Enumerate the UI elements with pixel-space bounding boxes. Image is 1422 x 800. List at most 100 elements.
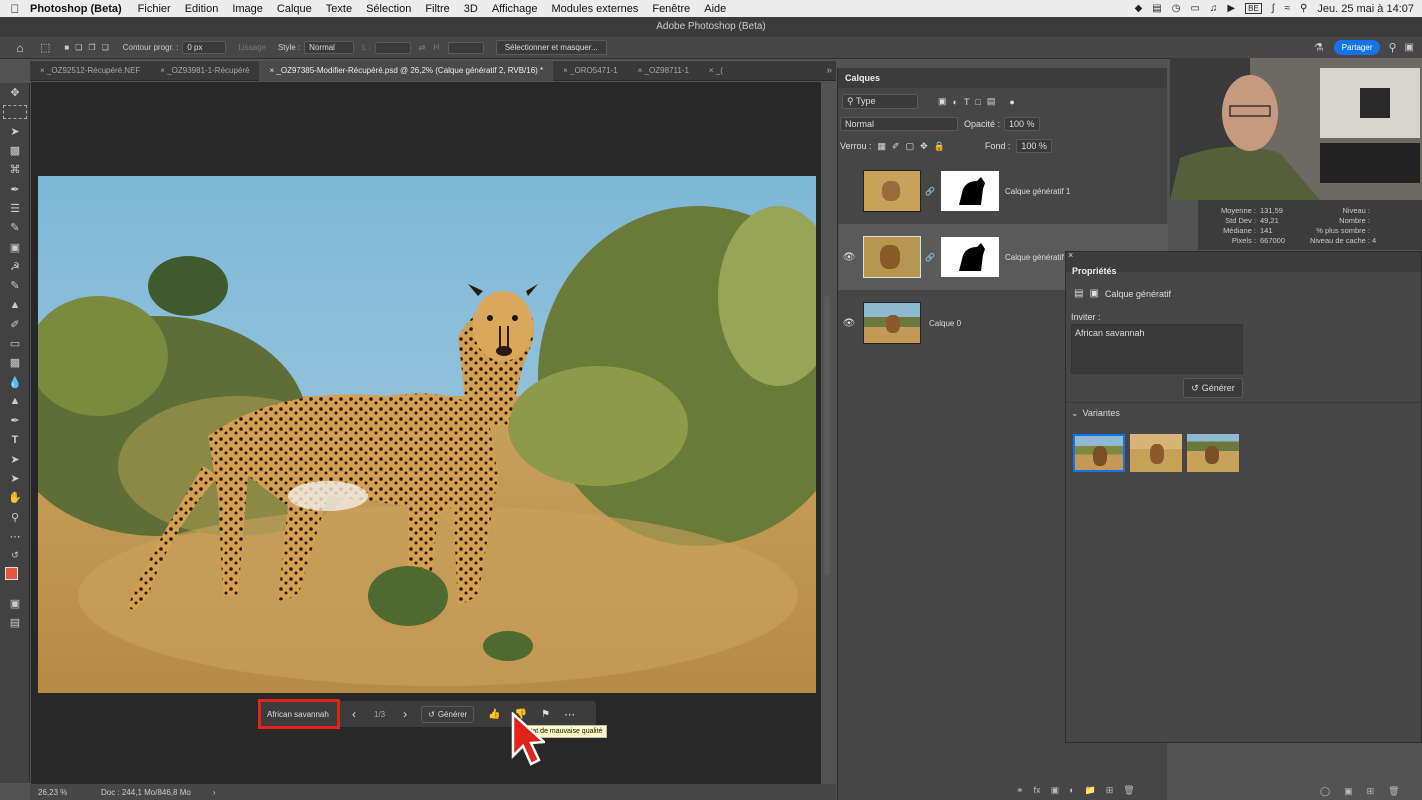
filter-shape-icon[interactable]: □ <box>975 97 980 107</box>
new-icon[interactable]: ⊞ <box>1367 786 1375 797</box>
visibility-icon[interactable]: 👁 <box>838 252 860 263</box>
blend-mode-select[interactable]: Normal <box>840 117 958 131</box>
tab-document-2[interactable]: × _OZ93981-1-Récupéré <box>150 61 259 81</box>
selection-mode-subtract-icon[interactable]: ❐ <box>88 43 95 52</box>
swap-icon[interactable]: ⇄ <box>419 43 426 52</box>
share-button[interactable]: Partager <box>1333 40 1381 55</box>
type-tool-icon[interactable]: T <box>0 430 30 449</box>
delete-layer-icon[interactable]: 🗑 <box>1123 785 1134 796</box>
home-icon[interactable]: ⌂ <box>0 41 40 55</box>
menu-edition[interactable]: Edition <box>185 3 219 15</box>
eraser-tool-icon[interactable]: ✎ <box>0 276 30 295</box>
tab-document-active[interactable]: × _OZ97385-Modifier-Récupéré.psd @ 26,2%… <box>259 60 554 81</box>
eraser2-tool-icon[interactable]: ▭ <box>0 334 30 353</box>
menu-modules[interactable]: Modules externes <box>552 3 639 15</box>
status-arrow-icon[interactable]: › <box>213 788 216 797</box>
history-brush-tool-icon[interactable]: ☭ <box>0 257 30 276</box>
layer-name[interactable]: Calque génératif 1 <box>1005 187 1070 196</box>
path-select-tool-icon[interactable]: ➤ <box>0 450 30 469</box>
delete-icon[interactable]: 🗑 <box>1388 786 1399 797</box>
variant-thumbnail[interactable] <box>1130 434 1182 472</box>
dropbox-icon[interactable]: ◆ <box>1135 3 1143 14</box>
clipboard-icon[interactable]: ▤ <box>1152 3 1161 14</box>
play-icon[interactable]: ▶ <box>1227 3 1235 14</box>
opacity-input[interactable]: 100 % <box>1004 117 1040 131</box>
marquee-tool-icon[interactable]: ​ <box>0 102 30 121</box>
healing-tool-icon[interactable]: ☰ <box>0 199 30 218</box>
quick-mask-icon[interactable]: ▣ <box>0 593 30 612</box>
shape-tool-icon[interactable]: ➤ <box>0 469 30 488</box>
selection-mode-add-icon[interactable]: ❏ <box>75 43 82 52</box>
properties-title[interactable]: Propriétés <box>1072 266 1117 276</box>
selection-mode-new-icon[interactable]: ■ <box>64 43 69 52</box>
search-icon[interactable]: ⚲ <box>1300 3 1307 14</box>
more-options-icon[interactable]: ⋯ <box>564 708 575 721</box>
layer-row[interactable]: 🔗 Calque génératif 1 <box>838 158 1168 224</box>
prompt-pill[interactable]: African savannah <box>258 699 340 729</box>
fill-input[interactable]: 100 % <box>1016 139 1052 153</box>
layer-name[interactable]: Calque génératif 2 <box>1005 253 1070 262</box>
add-mask-icon[interactable]: ▣ <box>1051 785 1060 796</box>
feather-input[interactable]: 0 px <box>182 41 227 54</box>
mask-icon[interactable]: ▣ <box>1344 786 1353 797</box>
selection-icon[interactable]: ◯ <box>1320 786 1330 797</box>
lasso-tool-icon[interactable]: ➤ <box>0 122 30 141</box>
menu-aide[interactable]: Aide <box>704 3 726 15</box>
selection-mode-intersect-icon[interactable]: ❑ <box>102 43 109 52</box>
eyedropper-tool-icon[interactable]: ✒ <box>0 179 30 198</box>
lock-all-icon[interactable]: 🔒 <box>934 141 945 152</box>
brush2-tool-icon[interactable]: ✐ <box>0 315 30 334</box>
filter-pixel-icon[interactable]: ▣ <box>938 96 947 107</box>
style-select[interactable]: Normal <box>304 41 355 54</box>
lock-position-icon[interactable]: ✥ <box>920 141 928 152</box>
previous-variant-icon[interactable]: ‹ <box>352 707 356 721</box>
variant-thumbnail-selected[interactable] <box>1073 434 1125 472</box>
link-layers-icon[interactable]: ⚭ <box>1016 785 1024 796</box>
menu-fenetre[interactable]: Fenêtre <box>652 3 690 15</box>
height-input[interactable] <box>447 41 484 54</box>
properties-generate-button[interactable]: ↺ Générer <box>1183 378 1243 398</box>
zoom-tool-icon[interactable]: ⚲ <box>0 508 30 527</box>
thumbs-up-icon[interactable]: 👍 <box>488 709 500 720</box>
apple-icon[interactable]:  <box>0 2 30 16</box>
visibility-icon[interactable]: 👁 <box>838 318 860 329</box>
workspace-icon[interactable]: ▣ <box>1405 42 1414 53</box>
adjustment-layer-icon[interactable]: ◐ <box>1069 785 1074 796</box>
generate-button[interactable]: ↺ Générer <box>421 705 475 723</box>
fx-icon[interactable]: fx <box>1034 785 1041 796</box>
object-select-tool-icon[interactable]: ▩ <box>0 141 30 160</box>
new-layer-icon[interactable]: ⊞ <box>1106 785 1114 796</box>
hand-tool-icon[interactable]: ✋ <box>0 488 30 507</box>
more-tools-icon[interactable]: ⋯ <box>0 527 30 546</box>
gradient-tool-icon[interactable]: ▩ <box>0 353 30 372</box>
foreground-color[interactable] <box>5 567 18 581</box>
menu-3d[interactable]: 3D <box>464 3 478 15</box>
tabs-overflow-icon[interactable]: » <box>826 65 836 76</box>
layer-filter-select[interactable]: ⚲ Type <box>842 94 918 109</box>
prompt-textarea[interactable]: African savannah <box>1071 324 1243 374</box>
bluetooth-icon[interactable]: ∫ <box>1272 3 1275 14</box>
menu-selection[interactable]: Sélection <box>366 3 411 15</box>
menu-calque[interactable]: Calque <box>277 3 312 15</box>
clone-stamp-tool-icon[interactable]: ▣ <box>0 237 30 256</box>
menu-filtre[interactable]: Filtre <box>425 3 449 15</box>
datetime[interactable]: Jeu. 25 mai à 14:07 <box>1317 3 1414 15</box>
properties-close-icon[interactable]: × <box>1068 250 1073 260</box>
keyboard-layout[interactable]: BE <box>1245 3 1262 14</box>
wifi-icon[interactable]: ≈ <box>1285 3 1291 14</box>
menu-affichage[interactable]: Affichage <box>492 3 538 15</box>
layers-panel-title[interactable]: Calques <box>838 68 1167 88</box>
search-icon[interactable]: ⚲ <box>1388 41 1396 54</box>
vertical-scrollbar[interactable] <box>824 295 830 575</box>
menu-image[interactable]: Image <box>232 3 263 15</box>
filter-toggle-icon[interactable]: ● <box>1009 97 1014 107</box>
tab-document-6[interactable]: × _( <box>699 61 723 81</box>
volume-icon[interactable]: ♫ <box>1210 3 1218 14</box>
width-input[interactable] <box>374 41 411 54</box>
marquee-tool-icon[interactable]: ⬚ <box>40 41 50 54</box>
pen-tool-icon[interactable]: ✒ <box>0 411 30 430</box>
lock-artboard-icon[interactable]: ▢ <box>906 141 915 152</box>
next-variant-icon[interactable]: › <box>403 707 407 721</box>
document-image[interactable] <box>38 176 816 693</box>
app-menu[interactable]: Photoshop (Beta) <box>30 3 122 15</box>
